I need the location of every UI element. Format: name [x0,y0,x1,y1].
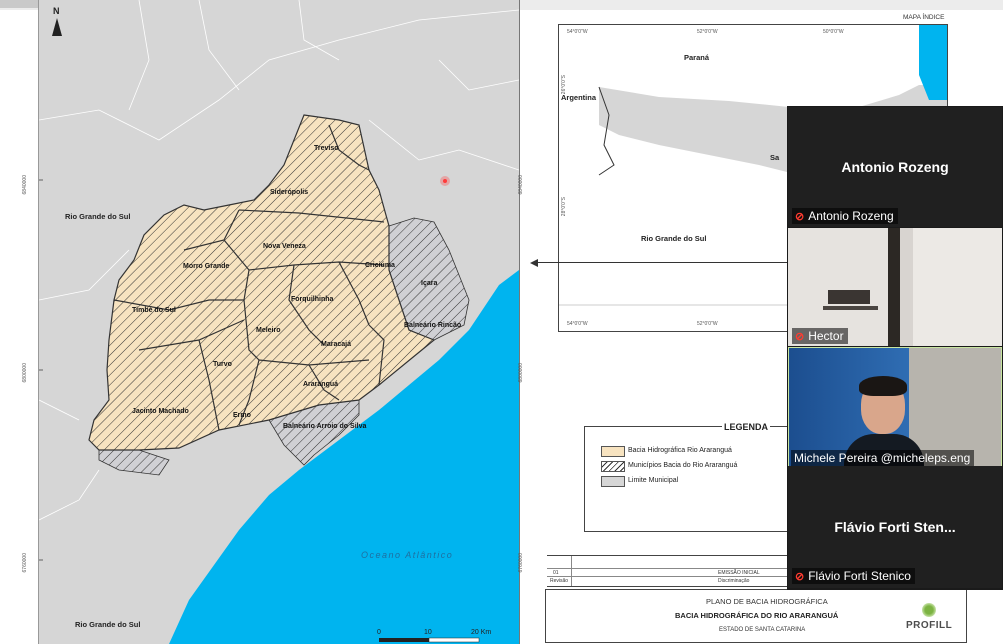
coord-y2-right: 6800000 [518,363,524,383]
scale-label-10: 10 [424,629,432,636]
video-door [913,228,1002,346]
north-label: N [53,6,60,16]
participant-tile-antonio[interactable]: Antonio Rozeng ⊘ Antonio Rozeng [788,107,1002,227]
state-label-rs-bottom: Rio Grande do Sul [75,620,141,629]
coord-y3-right: 6760000 [518,553,524,573]
legend-title: LEGENDA [722,422,771,432]
participant-tile-michele[interactable]: Michele Pereira @micheleps.eng [788,347,1002,467]
index-tick-2: 52°0'0"W [697,29,718,35]
participant-label-hector-text: Hector [808,329,844,343]
participant-label-hector: ⊘ Hector [792,328,848,344]
video-hair [859,376,907,396]
scale-label-20: 20 Km [471,629,492,636]
scale-label-0: 0 [377,629,381,636]
legend-limit: Limite Municipal [628,477,679,484]
index-tick-3: 50°0'0"W [823,29,844,35]
index-label-argentina: Argentina [561,93,597,102]
rev-label: Revisão [550,578,569,584]
index-lat-2: 28°0'0"S [561,197,567,217]
label-jacinto-machado: Jacinto Machado [132,408,189,415]
index-label-santa-catarina: Sa [770,153,780,162]
index-tick-1-bottom: 54°0'0"W [567,321,588,327]
label-timbe-do-sul: Timbé do Sul [132,307,176,314]
index-lat-1: 26°0'0"S [561,75,567,95]
label-icara: Içara [421,280,438,287]
basin-title: BACIA HIDROGRÁFICA DO RIO ARARANGUÁ [675,611,839,620]
participant-tile-hector[interactable]: ⊘ Hector [788,228,1002,346]
legend-basin: Bacia Hidrográfica Rio Araranguá [628,447,732,454]
main-map: N Rio Grande do Sul Rio Grande do Sul Oc… [38,0,520,644]
state-title: ESTADO DE SANTA CATARINA [719,627,806,633]
label-balneario-rincao: Balneário Rincão [404,322,462,329]
mic-off-icon: ⊘ [795,211,805,223]
participant-label-flavio: ⊘ Flávio Forti Stenico [792,568,915,584]
coord-y2: 6800000 [22,363,28,383]
mic-off-icon: ⊘ [795,571,805,583]
label-treviso: Treviso [314,145,339,152]
plan-title: PLANO DE BACIA HIDROGRÁFICA [706,597,828,606]
legend-swatch-basin [601,446,625,457]
participant-name-antonio: Antonio Rozeng [841,159,949,175]
label-maracaja: Maracajá [321,341,351,348]
participant-label-antonio-text: Antonio Rozeng [808,209,894,223]
rev-emissao: EMISSÃO INICIAL [718,570,760,576]
participant-label-antonio: ⊘ Antonio Rozeng [792,208,898,224]
legend-swatch-municipalities [601,461,625,472]
label-ararangua: Araranguá [303,381,339,388]
scale-bar [379,637,480,643]
legend-swatch-limit [601,476,625,487]
label-turvo: Turvo [213,361,232,368]
participant-name-flavio: Flávio Forti Sten... [834,519,956,535]
ocean-label: Oceano Atlântico [361,550,454,560]
revision-table: 01 EMISSÃO INICIAL Revisão Discriminação [547,555,788,587]
profill-logo: PROFILL [906,620,953,631]
desc-label: Discriminação [718,578,750,584]
label-morro-grande: Morro Grande [183,263,230,270]
video-object [828,290,870,304]
coord-y1-right: 6840000 [518,175,524,195]
label-balneario-arroio-do-silva: Balneário Arroio do Silva [283,423,367,430]
label-nova-veneza: Nova Veneza [263,243,306,250]
north-arrow-icon [52,18,62,36]
legend-municipalities: Municípios Bacia do Rio Araranguá [628,462,738,469]
index-tick-1: 54°0'0"W [567,29,588,35]
mic-off-icon: ⊘ [795,331,805,343]
label-ermo: Ermo [233,412,251,419]
label-sideropolis: Siderópolis [270,189,309,196]
label-criciuma: Criciúma [365,262,395,269]
coord-y3: 6760000 [22,553,28,573]
label-meleiro: Meleiro [256,327,281,334]
coord-y1: 6840000 [22,175,28,195]
participant-label-michele: Michele Pereira @micheleps.eng [791,450,975,466]
arrow-head-icon [530,259,538,267]
index-map-title: MAPA ÍNDICE [903,14,945,21]
profill-logo-icon [922,603,936,617]
index-label-rs: Rio Grande do Sul [641,234,707,243]
participant-tile-flavio[interactable]: Flávio Forti Sten... ⊘ Flávio Forti Steni… [788,466,1002,588]
index-tick-2-bottom: 52°0'0"W [697,321,718,327]
label-forquilhinha: Forquilhinha [291,296,334,303]
participant-label-flavio-text: Flávio Forti Stenico [808,569,911,583]
index-label-parana: Paraná [684,53,710,62]
video-shelf [823,306,878,310]
video-door-frame [888,228,900,346]
rev-number: 01 [553,570,559,576]
video-wall-right [909,348,1001,466]
connector-arrow [534,262,788,263]
state-label-rs: Rio Grande do Sul [65,212,131,221]
